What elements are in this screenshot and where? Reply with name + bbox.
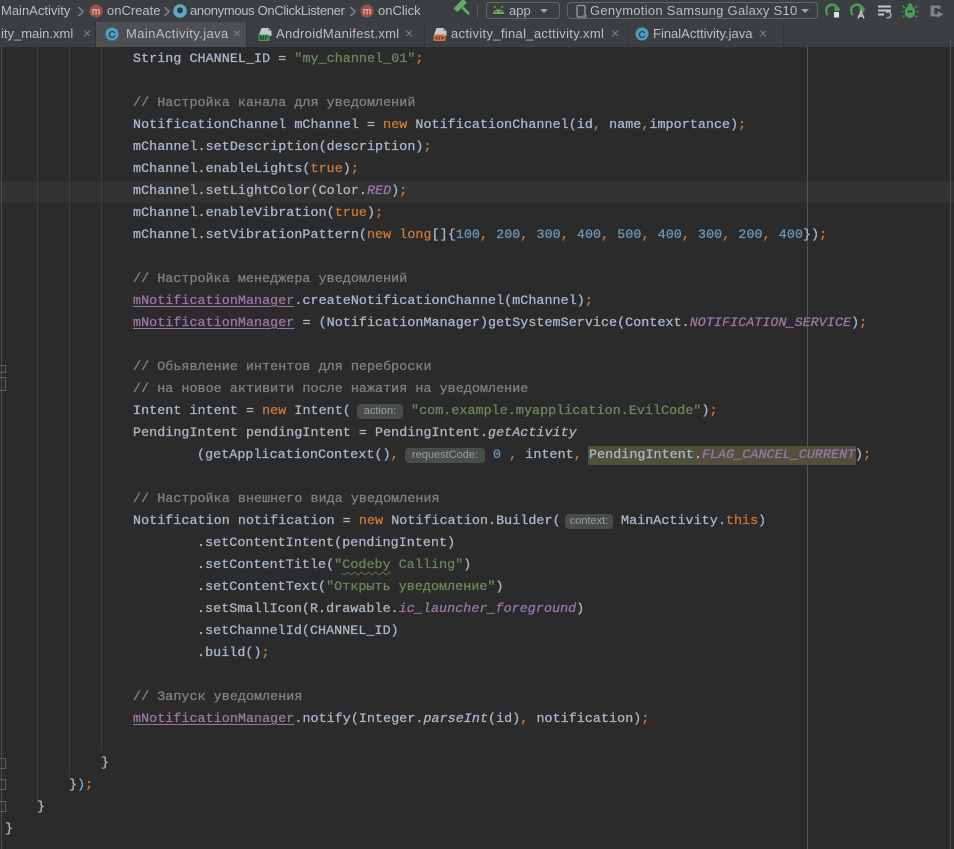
svg-text:C: C [108, 30, 115, 41]
svg-text:m: m [92, 7, 100, 18]
svg-text:</>: </> [435, 35, 445, 41]
svg-text:MF: MF [259, 35, 268, 41]
svg-text:m: m [363, 7, 371, 18]
svg-text:C: C [638, 30, 645, 41]
